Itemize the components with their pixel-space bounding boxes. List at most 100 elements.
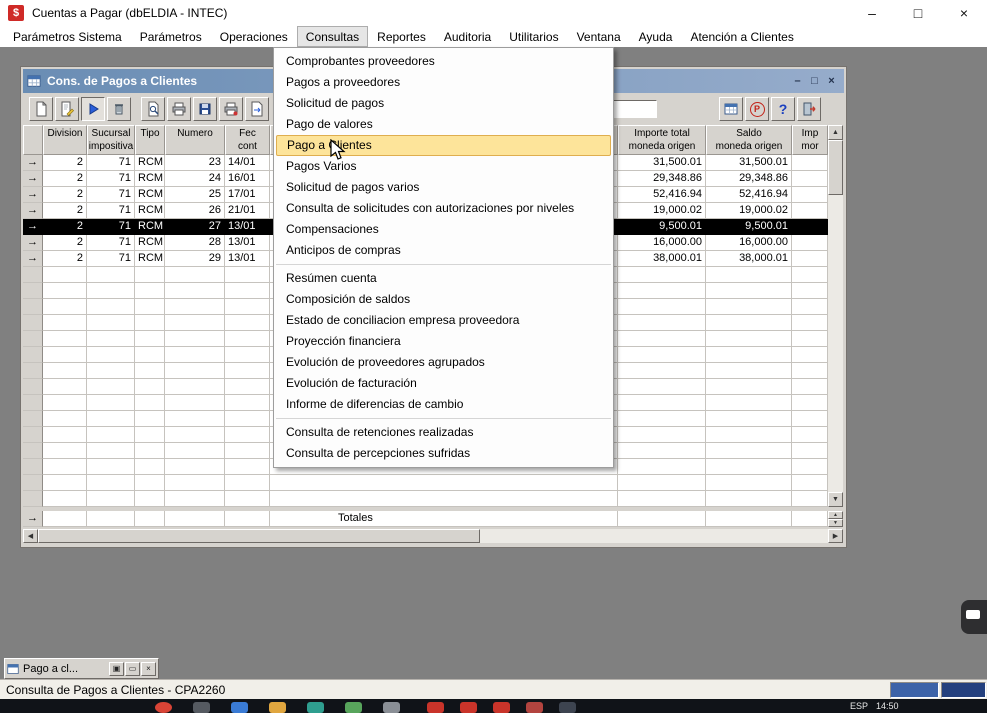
cell-tipo: RCM: [135, 187, 165, 203]
edit-button[interactable]: [55, 97, 79, 121]
print-button[interactable]: [167, 97, 191, 121]
preview-button[interactable]: [141, 97, 165, 121]
menu-item-solicitud-de-pagos-varios[interactable]: Solicitud de pagos varios: [274, 177, 613, 198]
vertical-scrollbar[interactable]: ▲ ▼: [828, 125, 843, 507]
app-titlebar: $ Cuentas a Pagar (dbELDIA - INTEC) – □ …: [0, 0, 987, 26]
restore-button[interactable]: ▣: [109, 662, 124, 676]
menubar-item-consultas[interactable]: Consultas: [297, 26, 368, 47]
menu-item-consulta-de-retenciones-realizadas[interactable]: Consulta de retenciones realizadas: [274, 422, 613, 443]
export-button[interactable]: [245, 97, 269, 121]
cell-empty: [792, 427, 828, 443]
row-indicator: [23, 411, 43, 427]
menu-item-comprobantes-proveedores[interactable]: Comprobantes proveedores: [274, 51, 613, 72]
cell-empty: [165, 331, 225, 347]
taskbar-app-icon[interactable]: [427, 702, 444, 713]
taskbar-app-icon[interactable]: [155, 702, 172, 713]
cell-empty: [165, 299, 225, 315]
taskbar-app-icon[interactable]: [345, 702, 362, 713]
taskbar-app-icon[interactable]: [526, 702, 543, 713]
menu-item-resumen-cuenta[interactable]: Resúmen cuenta: [274, 268, 613, 289]
menubar-item-ayuda[interactable]: Ayuda: [630, 26, 682, 47]
scroll-down-button[interactable]: ▼: [828, 492, 843, 507]
menu-item-consulta-de-solicitudes-con-autorizaciones-por-niveles[interactable]: Consulta de solicitudes con autorizacion…: [274, 198, 613, 219]
maximize-button[interactable]: ▭: [125, 662, 140, 676]
menubar-item-auditoria[interactable]: Auditoria: [435, 26, 500, 47]
menubar-item-utilitarios[interactable]: Utilitarios: [500, 26, 567, 47]
print-config-button[interactable]: [219, 97, 243, 121]
chat-overlay-button[interactable]: [961, 600, 987, 634]
taskbar-app-icon[interactable]: [307, 702, 324, 713]
child-maximize-button[interactable]: □: [806, 74, 823, 89]
cell-empty: [706, 315, 792, 331]
menubar-item-reportes[interactable]: Reportes: [368, 26, 435, 47]
menubar-item-operaciones[interactable]: Operaciones: [211, 26, 297, 47]
menu-item-pago-a-clientes[interactable]: Pago a Clientes: [276, 135, 611, 156]
taskbar-app-icon[interactable]: [559, 702, 576, 713]
menu-item-evolucion-de-facturacion[interactable]: Evolución de facturación: [274, 373, 613, 394]
maximize-button[interactable]: □: [895, 0, 941, 26]
minimized-window[interactable]: Pago a cl... ▣ ▭ ×: [4, 658, 159, 679]
scroll-right-button[interactable]: ▶: [828, 529, 843, 543]
spinner-down-icon[interactable]: ▼: [828, 519, 843, 527]
taskbar-clock[interactable]: 14:50: [876, 701, 899, 711]
grid-totals-row: → Totales ▲ ▼: [23, 511, 843, 527]
row-indicator: →: [23, 251, 43, 267]
menubar-item-atencion-a-clientes[interactable]: Atención a Clientes: [681, 26, 802, 47]
menu-item-pagos-a-proveedores[interactable]: Pagos a proveedores: [274, 72, 613, 93]
menu-item-solicitud-de-pagos[interactable]: Solicitud de pagos: [274, 93, 613, 114]
cell-fecha: 13/01: [225, 235, 270, 251]
menu-item-evolucion-de-proveedores-agrupados[interactable]: Evolución de proveedores agrupados: [274, 352, 613, 373]
cell-empty: [706, 427, 792, 443]
menu-item-consulta-de-percepciones-sufridas[interactable]: Consulta de percepciones sufridas: [274, 443, 613, 464]
menu-item-informe-de-diferencias-de-cambio[interactable]: Informe de diferencias de cambio: [274, 394, 613, 415]
exit-button[interactable]: [797, 97, 821, 121]
close-button[interactable]: ×: [941, 0, 987, 26]
menubar-item-parametros[interactable]: Parámetros: [131, 26, 211, 47]
close-button[interactable]: ×: [141, 662, 156, 676]
menu-item-anticipos-de-compras[interactable]: Anticipos de compras: [274, 240, 613, 261]
cell-empty: [135, 299, 165, 315]
menu-item-pago-de-valores[interactable]: Pago de valores: [274, 114, 613, 135]
totals-spinner[interactable]: ▲ ▼: [828, 511, 843, 527]
row-indicator: [23, 363, 43, 379]
minimize-button[interactable]: –: [849, 0, 895, 26]
taskbar-app-icon[interactable]: [231, 702, 248, 713]
taskbar-app-icon[interactable]: [193, 702, 210, 713]
taskbar-app-icon[interactable]: [269, 702, 286, 713]
vertical-scroll-thumb[interactable]: [828, 140, 843, 195]
delete-button[interactable]: [107, 97, 131, 121]
taskbar-app-icon[interactable]: [383, 702, 400, 713]
child-minimize-button[interactable]: –: [789, 74, 806, 89]
spinner-up-icon[interactable]: ▲: [828, 511, 843, 519]
menu-item-composicion-de-saldos[interactable]: Composición de saldos: [274, 289, 613, 310]
cell-empty: [618, 511, 706, 527]
child-close-button[interactable]: ×: [823, 74, 840, 89]
save-button[interactable]: [193, 97, 217, 121]
menu-item-proyeccion-financiera[interactable]: Proyección financiera: [274, 331, 613, 352]
scroll-left-button[interactable]: ◀: [23, 529, 38, 543]
taskbar-language[interactable]: ESP: [850, 701, 868, 711]
row-indicator: →: [23, 511, 43, 527]
row-indicator: [23, 443, 43, 459]
cell-empty: [165, 267, 225, 283]
cell-sucursal: 71: [87, 203, 135, 219]
new-button[interactable]: [29, 97, 53, 121]
horizontal-scrollbar[interactable]: ◀ ▶: [23, 529, 843, 543]
taskbar-app-icon[interactable]: [493, 702, 510, 713]
menu-item-compensaciones[interactable]: Compensaciones: [274, 219, 613, 240]
menu-item-pagos-varios[interactable]: Pagos Varios: [274, 156, 613, 177]
run-button[interactable]: [81, 97, 105, 121]
percent-button[interactable]: P: [745, 97, 769, 121]
grid-view-button[interactable]: [719, 97, 743, 121]
row-indicator: [23, 347, 43, 363]
scroll-up-button[interactable]: ▲: [828, 125, 843, 140]
help-button[interactable]: ?: [771, 97, 795, 121]
menubar-item-parametros-sistema[interactable]: Parámetros Sistema: [4, 26, 131, 47]
taskbar-app-icon[interactable]: [460, 702, 477, 713]
cell-tipo: RCM: [135, 219, 165, 235]
menubar-item-ventana[interactable]: Ventana: [568, 26, 630, 47]
horizontal-scroll-thumb[interactable]: [38, 529, 480, 543]
menu-item-estado-de-conciliacion-empresa-proveedora[interactable]: Estado de conciliacion empresa proveedor…: [274, 310, 613, 331]
grid-header-col-0: [23, 125, 43, 155]
statusbar: Consulta de Pagos a Clientes - CPA2260: [0, 679, 987, 700]
